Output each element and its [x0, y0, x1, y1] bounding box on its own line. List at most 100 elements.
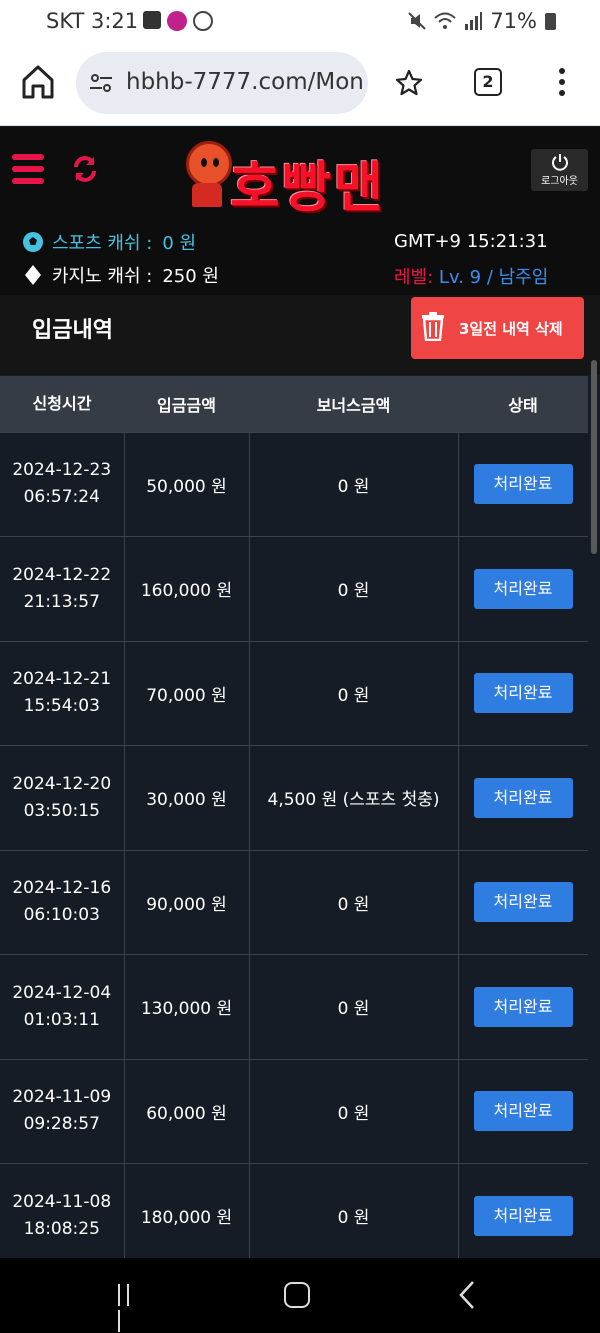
table-header-row: 신청시간 입금금액 보너스금액 상태: [0, 376, 588, 432]
home-nav-icon[interactable]: [284, 1282, 310, 1308]
status-badge[interactable]: 처리완료: [473, 464, 573, 505]
logo-text: 호빵맨: [230, 156, 386, 219]
address-bar[interactable]: hbhb-7777.com/Mon: [76, 52, 368, 114]
deposit-amount-cell: 70,000 원: [123, 640, 250, 746]
trash-icon: [422, 312, 444, 341]
battery-icon: [545, 12, 556, 30]
sports-cash-label: 스포츠 캐쉬 :: [52, 233, 153, 254]
casino-cash: 카지노 캐쉬 : 250 원: [22, 262, 219, 288]
request-time-cell: 2024-12-21 15:54:03: [0, 640, 125, 746]
sports-cash-value: 0 원: [162, 233, 197, 254]
tab-switcher-button[interactable]: 2: [474, 68, 502, 96]
battery-percent: 71%: [490, 9, 537, 33]
bonus-amount-cell: 0 원: [248, 1058, 459, 1164]
status-badge[interactable]: 처리완료: [473, 882, 573, 923]
home-icon[interactable]: [20, 62, 56, 102]
site-logo[interactable]: 호빵맨: [186, 137, 420, 219]
casino-cash-label: 카지노 캐쉬 :: [52, 266, 153, 287]
url-text: hbhb-7777.com/Mon: [126, 69, 364, 95]
refresh-icon[interactable]: [71, 155, 99, 183]
deposit-history-table: 신청시간 입금금액 보너스금액 상태 2024-12-23 06:57:24 50…: [0, 376, 588, 1258]
status-badge[interactable]: 처리완료: [473, 777, 573, 818]
level-label: 레벨:: [394, 267, 434, 288]
hamburger-menu-icon[interactable]: [12, 154, 44, 186]
status-bar: SKT 3:21 71%: [0, 0, 600, 42]
bonus-amount-cell: 0 원: [248, 849, 459, 955]
table-row: 2024-12-04 01:03:11 130,000 원 0 원 처리완료: [0, 954, 588, 1060]
logout-button[interactable]: 로그아웃: [531, 149, 588, 191]
deposit-amount-cell: 60,000 원: [123, 1058, 250, 1164]
deposit-amount-cell: 130,000 원: [123, 954, 250, 1060]
gallery-icon: [143, 11, 161, 29]
browser-toolbar: hbhb-7777.com/Mon 2: [0, 42, 600, 126]
site-settings-icon[interactable]: [88, 70, 114, 96]
section-header: 입금내역 3일전 내역 삭제: [0, 295, 600, 375]
request-time-cell: 2024-11-08 18:08:25: [0, 1163, 125, 1258]
power-icon: [551, 154, 568, 171]
status-cell: 처리완료: [457, 849, 588, 955]
table-row: 2024-12-23 06:57:24 50,000 원 0 원 처리완료: [0, 431, 588, 537]
status-time: SKT 3:21: [46, 9, 139, 33]
status-cell: 처리완료: [457, 1058, 588, 1164]
bonus-amount-cell: 0 원: [248, 954, 459, 1060]
notification-icons: [143, 11, 213, 31]
header-deposit-amount: 입금금액: [124, 376, 249, 432]
request-time-cell: 2024-12-16 06:10:03: [0, 849, 125, 955]
back-icon[interactable]: [456, 1280, 478, 1310]
logo-mascot: [186, 141, 232, 187]
logout-label: 로그아웃: [541, 176, 578, 187]
table-row: 2024-11-08 18:08:25 180,000 원 0 원 처리완료: [0, 1163, 588, 1258]
delete-history-label: 3일전 내역 삭제: [459, 320, 563, 338]
request-time-cell: 2024-12-04 01:03:11: [0, 954, 125, 1060]
request-time-cell: 2024-11-09 09:28:57: [0, 1058, 125, 1164]
bonus-amount-cell: 4,500 원 (스포츠 첫충): [248, 745, 459, 851]
table-row: 2024-12-22 21:13:57 160,000 원 0 원 처리완료: [0, 536, 588, 642]
browser-menu-icon[interactable]: [552, 68, 572, 98]
status-badge[interactable]: 처리완료: [473, 673, 573, 714]
status-badge[interactable]: 처리완료: [473, 568, 573, 609]
user-level: 레벨: Lv. 9 / 남주임: [394, 263, 548, 289]
mute-icon: [408, 12, 427, 30]
page-scrollbar[interactable]: [588, 360, 600, 560]
status-cell: 처리완료: [457, 536, 588, 642]
status-cell: 처리완료: [457, 1163, 588, 1258]
deposit-amount-cell: 180,000 원: [123, 1163, 250, 1258]
call-notification-icon: [193, 11, 213, 31]
status-cell: 처리완료: [457, 640, 588, 746]
page-title: 입금내역: [32, 318, 113, 343]
server-clock: GMT+9 15:21:31: [394, 231, 548, 252]
system-icons: 71%: [408, 9, 556, 33]
soccer-ball-icon: [23, 232, 43, 252]
status-badge[interactable]: 처리완료: [473, 986, 573, 1027]
signal-icon: [465, 12, 483, 30]
app-notification-icon: [167, 11, 187, 31]
delete-history-button[interactable]: 3일전 내역 삭제: [411, 297, 584, 359]
deposit-amount-cell: 160,000 원: [123, 536, 250, 642]
request-time-cell: 2024-12-20 03:50:15: [0, 745, 125, 851]
diamond-icon: [25, 265, 41, 285]
bonus-amount-cell: 0 원: [248, 640, 459, 746]
recent-apps-icon[interactable]: [118, 1284, 142, 1332]
header-bonus-amount: 보너스금액: [249, 376, 458, 432]
table-row: 2024-11-09 09:28:57 60,000 원 0 원 처리완료: [0, 1058, 588, 1164]
bonus-amount-cell: 0 원: [248, 1163, 459, 1258]
level-value: Lv. 9 / 남주임: [438, 267, 549, 288]
table-row: 2024-12-20 03:50:15 30,000 원 4,500 원 (스포츠…: [0, 745, 588, 851]
wifi-icon: [434, 12, 456, 29]
status-cell: 처리완료: [457, 431, 588, 537]
deposit-amount-cell: 30,000 원: [123, 745, 250, 851]
casino-cash-value: 250 원: [162, 266, 219, 287]
header-status: 상태: [458, 376, 588, 432]
status-badge[interactable]: 처리완료: [473, 1091, 573, 1132]
status-badge[interactable]: 처리완료: [473, 1195, 573, 1236]
deposit-amount-cell: 90,000 원: [123, 849, 250, 955]
status-cell: 처리완료: [457, 745, 588, 851]
status-cell: 처리완료: [457, 954, 588, 1060]
table-row: 2024-12-21 15:54:03 70,000 원 0 원 처리완료: [0, 640, 588, 746]
request-time-cell: 2024-12-23 06:57:24: [0, 431, 125, 537]
sports-cash: 스포츠 캐쉬 : 0 원: [22, 229, 196, 255]
bonus-amount-cell: 0 원: [248, 536, 459, 642]
deposit-amount-cell: 50,000 원: [123, 431, 250, 537]
system-nav-bar: [0, 1258, 600, 1333]
bookmark-star-icon[interactable]: [394, 68, 424, 98]
